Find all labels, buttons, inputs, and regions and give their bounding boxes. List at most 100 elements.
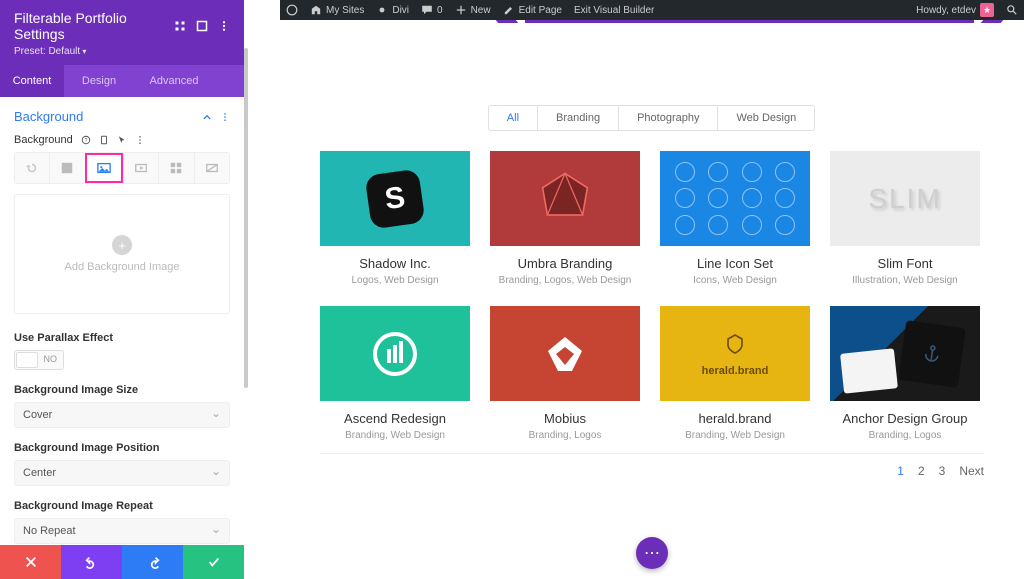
- sidebar-title: Filterable Portfolio Settings: [14, 10, 174, 42]
- portfolio-cats: Branding, Logos, Web Design: [490, 275, 640, 286]
- settings-sidebar: Filterable Portfolio Settings Preset: De…: [0, 0, 244, 579]
- portfolio-cats: Logos, Web Design: [320, 275, 470, 286]
- tab-advanced[interactable]: Advanced: [134, 65, 214, 97]
- portfolio-item[interactable]: Umbra Branding Branding, Logos, Web Desig…: [490, 151, 640, 286]
- bg-size-label: Background Image Size: [14, 384, 230, 396]
- tablet-icon[interactable]: [99, 135, 109, 145]
- bg-video-icon[interactable]: [123, 153, 158, 183]
- portfolio-title: Line Icon Set: [660, 256, 810, 271]
- bg-mask-icon[interactable]: [194, 153, 229, 183]
- portfolio-item[interactable]: Anchor Design Group Branding, Logos: [830, 306, 980, 441]
- page-3[interactable]: 3: [939, 464, 946, 478]
- parallax-toggle[interactable]: NO: [14, 350, 64, 370]
- portfolio-item[interactable]: S Shadow Inc. Logos, Web Design: [320, 151, 470, 286]
- bg-reset-icon[interactable]: [15, 153, 49, 183]
- bg-pattern-icon[interactable]: [158, 153, 193, 183]
- sidebar-body: Background Background ? + Add Background…: [0, 97, 244, 545]
- exit-vb-link[interactable]: Exit Visual Builder: [574, 5, 654, 16]
- module-outline: [525, 20, 974, 23]
- portfolio-thumb: S: [320, 151, 470, 246]
- cancel-button[interactable]: [0, 545, 61, 579]
- sidebar-header: Filterable Portfolio Settings Preset: De…: [0, 0, 244, 65]
- vb-fab-button[interactable]: ⋯: [636, 537, 668, 569]
- page-next[interactable]: Next: [959, 464, 984, 478]
- bg-color-icon[interactable]: [49, 153, 84, 183]
- portfolio-thumb: SLIM: [830, 151, 980, 246]
- search-icon[interactable]: [1006, 4, 1018, 16]
- portfolio-thumb: [320, 306, 470, 401]
- expand-icon[interactable]: [196, 20, 208, 32]
- chevron-up-icon[interactable]: [202, 112, 212, 122]
- portfolio-thumb: [660, 151, 810, 246]
- preset-dropdown[interactable]: Preset: Default: [14, 46, 230, 57]
- portfolio-item[interactable]: Ascend Redesign Branding, Web Design: [320, 306, 470, 441]
- tab-content[interactable]: Content: [0, 65, 64, 97]
- filter-webdesign[interactable]: Web Design: [717, 105, 815, 131]
- portfolio-cats: Icons, Web Design: [660, 275, 810, 286]
- page-1[interactable]: 1: [897, 464, 904, 478]
- portfolio-cats: Branding, Web Design: [320, 430, 470, 441]
- bg-repeat-select[interactable]: No Repeat: [14, 518, 230, 544]
- plus-icon: +: [112, 235, 132, 255]
- undo-button[interactable]: [61, 545, 122, 579]
- my-sites-link[interactable]: My Sites: [310, 4, 364, 16]
- bg-size-select[interactable]: Cover: [14, 402, 230, 428]
- hover-icon[interactable]: [117, 135, 127, 145]
- sidebar-scrollbar[interactable]: [244, 0, 248, 533]
- filter-branding[interactable]: Branding: [537, 105, 619, 131]
- portfolio-cats: Illustration, Web Design: [830, 275, 980, 286]
- help-icon[interactable]: ?: [81, 135, 91, 145]
- parallax-label: Use Parallax Effect: [14, 332, 230, 344]
- save-button[interactable]: [183, 545, 244, 579]
- wp-logo-icon[interactable]: [286, 4, 298, 16]
- portfolio-title: herald.brand: [660, 411, 810, 426]
- bg-image-icon[interactable]: [85, 153, 123, 183]
- bg-position-select[interactable]: Center: [14, 460, 230, 486]
- portfolio-title: Umbra Branding: [490, 256, 640, 271]
- portfolio-item[interactable]: herald.brandherald.brandBranding, Web De…: [660, 306, 810, 441]
- filter-photography[interactable]: Photography: [618, 105, 718, 131]
- filter-all[interactable]: All: [488, 105, 538, 131]
- background-label: Background: [14, 134, 73, 146]
- bg-position-label: Background Image Position: [14, 442, 230, 454]
- bg-type-tabs: [14, 152, 230, 184]
- page-canvas: All Branding Photography Web Design S Sha…: [280, 20, 1024, 579]
- portfolio-cats: Branding, Logos: [830, 430, 980, 441]
- bg-repeat-label: Background Image Repeat: [14, 500, 230, 512]
- new-link[interactable]: New: [455, 4, 491, 16]
- portfolio-title: Mobius: [490, 411, 640, 426]
- wp-admin-bar: My Sites Divi 0 New Edit Page Exit Visua…: [280, 0, 1024, 20]
- portfolio-grid: S Shadow Inc. Logos, Web Design Umbra Brand…: [280, 131, 1024, 441]
- howdy-user[interactable]: Howdy, etdev★: [916, 3, 994, 17]
- kebab-icon[interactable]: [135, 135, 145, 145]
- portfolio-thumb: [830, 306, 980, 401]
- portfolio-item[interactable]: SLIM Slim Font Illustration, Web Design: [830, 151, 980, 286]
- drag-icon[interactable]: [174, 20, 186, 32]
- page-2[interactable]: 2: [918, 464, 925, 478]
- portfolio-thumb: [490, 306, 640, 401]
- svg-text:?: ?: [84, 138, 87, 144]
- section-background[interactable]: Background: [14, 109, 83, 124]
- portfolio-title: Ascend Redesign: [320, 411, 470, 426]
- edit-page-link[interactable]: Edit Page: [503, 4, 562, 16]
- kebab-icon[interactable]: [218, 20, 230, 32]
- portfolio-cats: Branding, Logos: [490, 430, 640, 441]
- redo-button[interactable]: [122, 545, 183, 579]
- portfolio-item[interactable]: Mobius Branding, Logos: [490, 306, 640, 441]
- portfolio-thumb: herald.brand: [660, 306, 810, 401]
- portfolio-title: Slim Font: [830, 256, 980, 271]
- comments-link[interactable]: 0: [421, 4, 443, 16]
- portfolio-item[interactable]: Line Icon Set Icons, Web Design: [660, 151, 810, 286]
- portfolio-thumb: [490, 151, 640, 246]
- portfolio-title: Anchor Design Group: [830, 411, 980, 426]
- tab-design[interactable]: Design: [64, 65, 134, 97]
- sidebar-tabs: Content Design Advanced: [0, 65, 244, 97]
- sidebar-footer: [0, 545, 244, 579]
- kebab-icon[interactable]: [220, 112, 230, 122]
- add-background-image[interactable]: + Add Background Image: [14, 194, 230, 314]
- portfolio-filter-bar: All Branding Photography Web Design: [280, 105, 1024, 131]
- pager-divider: [320, 453, 984, 454]
- pagination: 1 2 3 Next: [320, 464, 984, 478]
- portfolio-title: Shadow Inc.: [320, 256, 470, 271]
- divi-link[interactable]: Divi: [376, 4, 409, 16]
